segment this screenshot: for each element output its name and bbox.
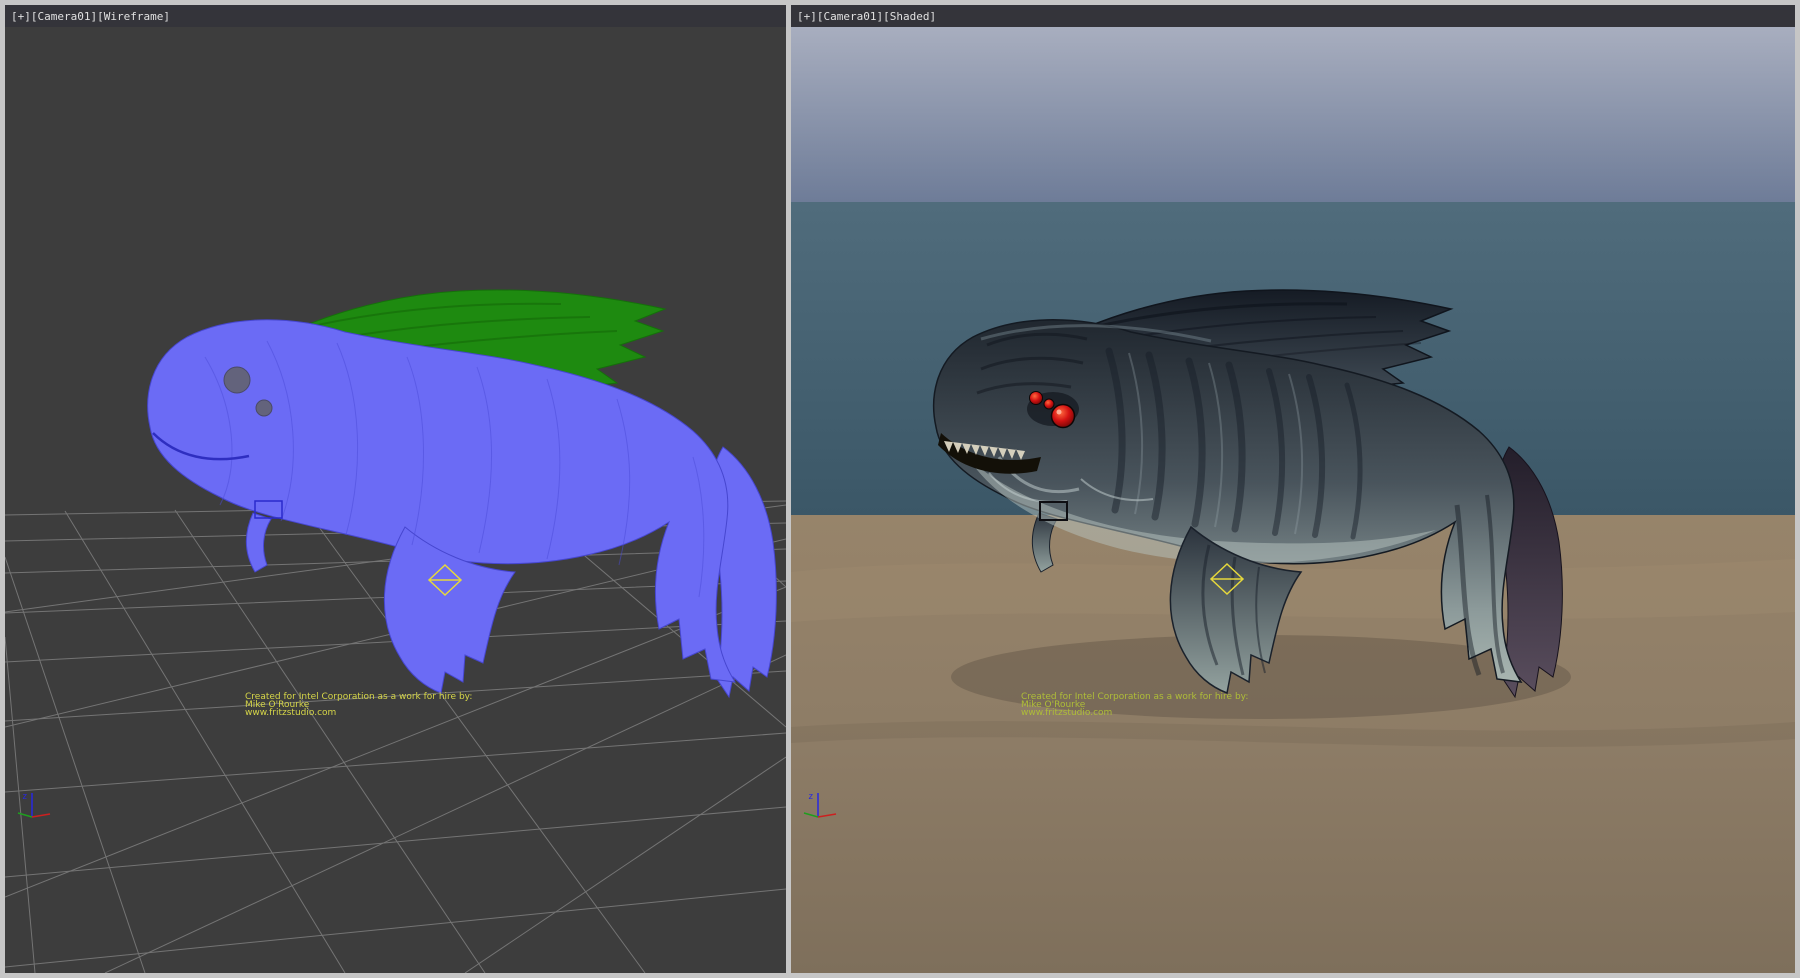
fish-eye-spot [224, 367, 250, 393]
viewport-menu-button[interactable]: [+] [797, 10, 817, 23]
fish-eye-small [1030, 392, 1043, 405]
watermark-line: www.fritzstudio.com [245, 709, 472, 717]
axis-x-line [32, 814, 50, 817]
sky [791, 27, 1795, 202]
fish-model[interactable] [148, 290, 777, 697]
fish-eye-large [1052, 405, 1075, 428]
viewport-camera-label[interactable]: [Camera01] [31, 10, 97, 23]
pelvic-fin-shape [246, 513, 271, 572]
viewport-shaded[interactable]: [+] [Camera01] [Shaded] [791, 5, 1795, 973]
watermark: Created for Intel Corporation as a work … [1021, 693, 1248, 717]
watermark: Created for Intel Corporation as a work … [245, 693, 472, 717]
axis-tripod: z [18, 792, 50, 817]
viewport-menu-button[interactable]: [+] [11, 10, 31, 23]
viewport-shading-label[interactable]: [Shaded] [883, 10, 936, 23]
viewport-label-bar: [+] [Camera01] [Wireframe] [5, 5, 786, 27]
watermark-line: www.fritzstudio.com [1021, 709, 1248, 717]
viewport-label-bar: [+] [Camera01] [Shaded] [791, 5, 1795, 27]
viewport-camera-label[interactable]: [Camera01] [817, 10, 883, 23]
sand-highlight [791, 559, 1795, 622]
eye-highlight [1057, 410, 1062, 415]
viewport-shading-label[interactable]: [Wireframe] [97, 10, 170, 23]
axis-y-line [18, 813, 32, 817]
axis-z-label: z [808, 792, 813, 802]
fish-eye-small [1044, 399, 1054, 409]
wireframe-scene: z [5, 27, 786, 973]
shaded-scene: z [791, 27, 1795, 973]
viewport-wireframe[interactable]: [+] [Camera01] [Wireframe] [5, 5, 786, 973]
axis-z-label: z [22, 792, 27, 802]
max-viewport-window: [+] [Camera01] [Wireframe] [0, 0, 1800, 978]
fish-eye-spot-small [256, 400, 272, 416]
